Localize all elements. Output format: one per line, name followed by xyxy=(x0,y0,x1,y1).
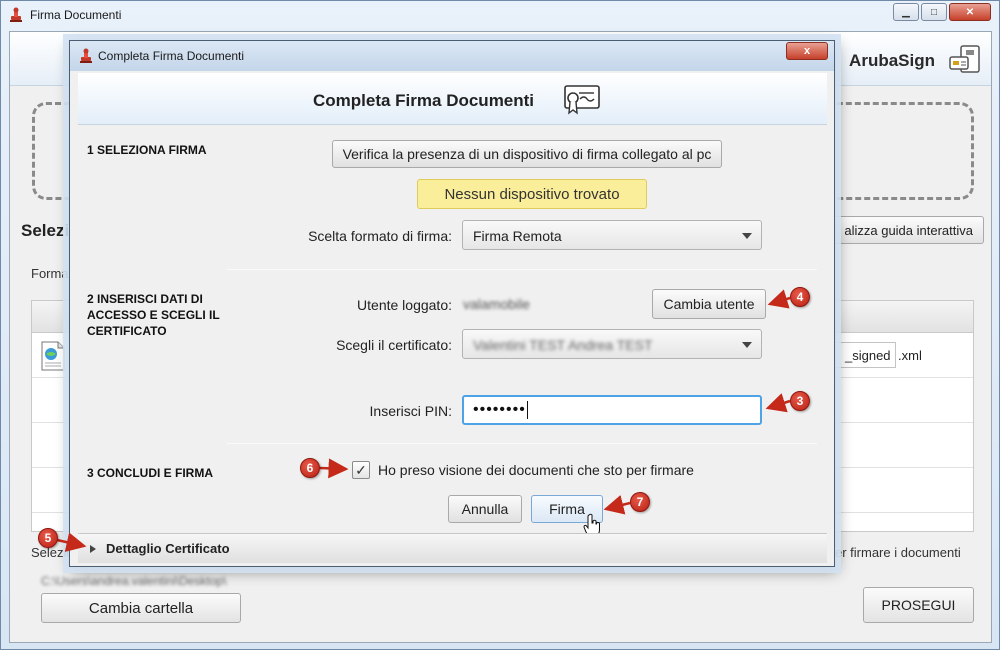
step1-label: 1 SELEZIONA FIRMA xyxy=(87,143,207,157)
step-marker-5: 5 xyxy=(38,528,58,548)
divider xyxy=(227,269,817,270)
documents-viewed-label[interactable]: Ho preso visione dei documenti che sto p… xyxy=(378,462,694,478)
step-marker-7: 7 xyxy=(630,492,650,512)
proceed-button[interactable]: PROSEGUI xyxy=(863,587,974,623)
no-device-status-badge: Nessun dispositivo trovato xyxy=(417,179,647,209)
main-select-label: Selezio xyxy=(31,545,74,560)
main-titlebar[interactable]: Firma Documenti ▁ □ ✕ xyxy=(1,1,999,29)
window-controls: ▁ □ ✕ xyxy=(893,3,991,21)
pin-value: •••••••• xyxy=(473,401,526,419)
xml-file-icon xyxy=(41,341,65,371)
main-window-title: Firma Documenti xyxy=(30,8,122,22)
logged-user-value: valamobile xyxy=(463,296,530,312)
file-extension: .xml xyxy=(898,348,922,363)
step2-label: 2 INSERISCI DATI DI ACCESSO E SCEGLI IL … xyxy=(87,292,220,338)
main-hint-text: er firmare i documenti xyxy=(835,545,961,560)
expand-arrow-icon xyxy=(90,545,96,553)
step-marker-3: 3 xyxy=(790,391,810,411)
divider xyxy=(227,443,817,444)
pin-label: Inserisci PIN: xyxy=(369,403,452,419)
close-window-button[interactable]: ✕ xyxy=(949,3,991,21)
arubasign-card-icon xyxy=(949,45,980,73)
verify-device-button[interactable]: Verifica la presenza di un dispositivo d… xyxy=(332,140,722,168)
format-label: Scelta formato di firma: xyxy=(308,228,452,244)
dropdown-caret-icon xyxy=(742,233,752,239)
sign-dialog: Completa Firma Documenti x Completa Firm… xyxy=(69,40,835,567)
text-caret xyxy=(526,401,528,419)
certificate-details-label: Dettaglio Certificato xyxy=(106,541,230,556)
certificate-details-toggle[interactable]: Dettaglio Certificato xyxy=(78,533,827,563)
documents-viewed-checkbox[interactable]: ✓ xyxy=(352,461,370,479)
step-marker-4: 4 xyxy=(790,287,810,307)
step-marker-6: 6 xyxy=(300,458,320,478)
certificate-icon xyxy=(564,85,600,115)
interactive-guide-button[interactable]: alizza guida interattiva xyxy=(809,216,984,244)
dialog-titlebar[interactable]: Completa Firma Documenti x xyxy=(70,41,834,71)
dialog-title: Completa Firma Documenti xyxy=(98,49,245,63)
signature-format-value: Firma Remota xyxy=(473,228,562,244)
step3-label: 3 CONCLUDI E FIRMA xyxy=(87,466,213,480)
certificate-value: Valentini TEST Andrea TEST xyxy=(473,337,653,353)
maximize-button[interactable]: □ xyxy=(921,3,947,21)
app-stamp-icon xyxy=(80,48,92,63)
signature-format-select[interactable]: Firma Remota xyxy=(462,220,762,250)
main-section-title: Selezi xyxy=(21,221,70,240)
main-format-label: Forma xyxy=(31,266,69,281)
brand-label: ArubaSign xyxy=(849,51,935,70)
minimize-button[interactable]: ▁ xyxy=(893,3,919,21)
certificate-label: Scegli il certificato: xyxy=(336,337,452,353)
logged-user-label: Utente loggato: xyxy=(357,297,452,313)
dialog-banner-title: Completa Firma Documenti xyxy=(313,91,535,110)
change-folder-button[interactable]: Cambia cartella xyxy=(41,593,241,623)
dropdown-caret-icon xyxy=(742,342,752,348)
folder-path: C:\Users\andrea.valentini\Desktop\ xyxy=(41,574,227,588)
certificate-select[interactable]: Valentini TEST Andrea TEST xyxy=(462,329,762,359)
dialog-banner: Completa Firma Documenti xyxy=(78,73,827,125)
dialog-close-button[interactable]: x xyxy=(786,42,828,60)
change-user-button[interactable]: Cambia utente xyxy=(652,289,766,319)
pin-input[interactable]: •••••••• xyxy=(462,395,762,425)
cancel-button[interactable]: Annulla xyxy=(448,495,522,523)
app-stamp-icon xyxy=(10,7,22,22)
file-suffix-input[interactable]: _signed xyxy=(832,342,896,368)
